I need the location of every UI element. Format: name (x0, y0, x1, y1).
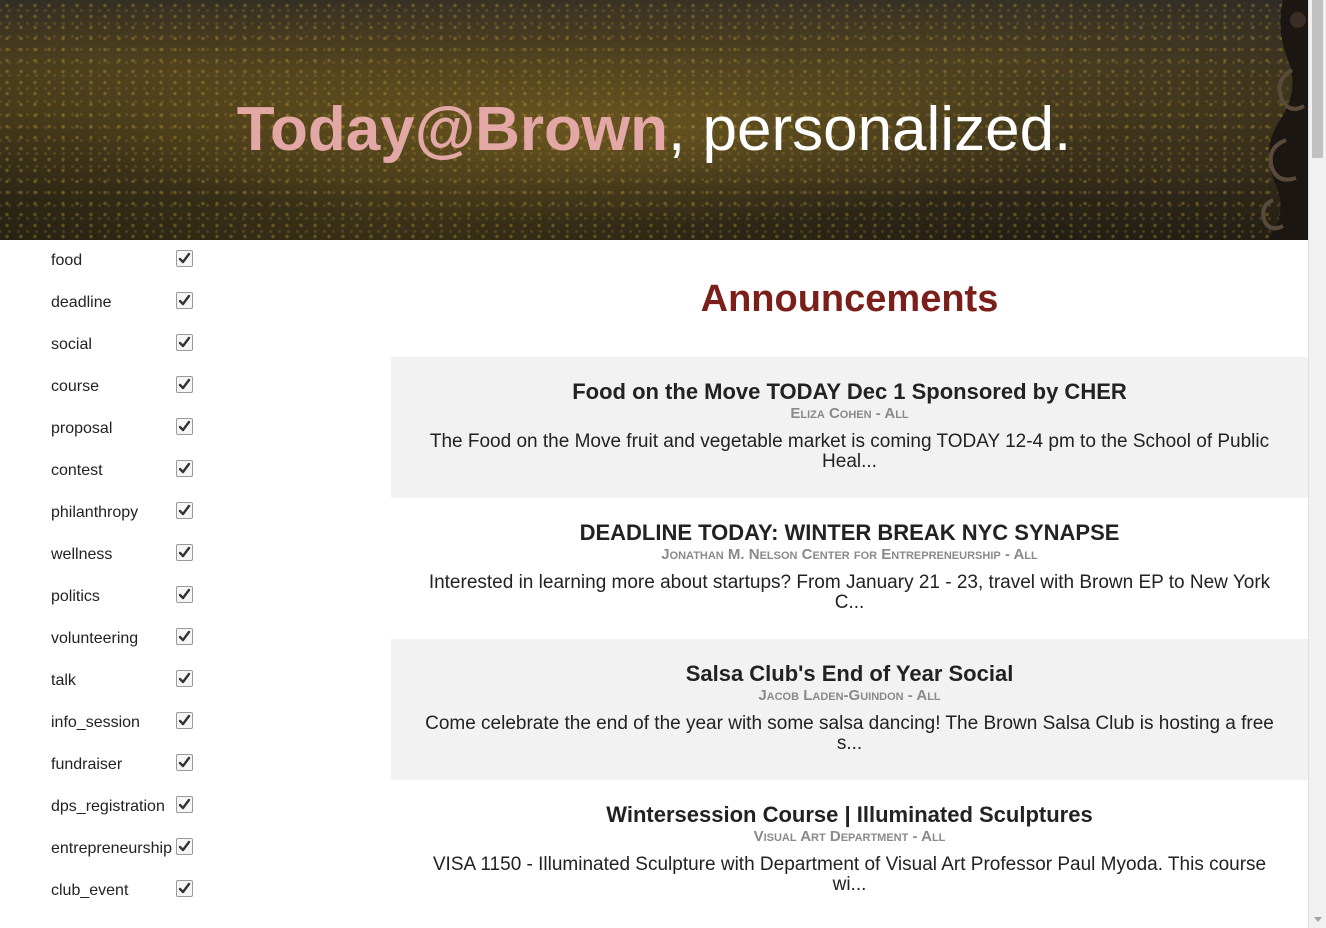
filter-row: club_event (51, 870, 201, 912)
checkmark-icon (178, 588, 191, 600)
filter-row: proposal (51, 408, 201, 450)
announcement-card[interactable]: Food on the Move TODAY Dec 1 Sponsored b… (391, 357, 1308, 498)
filter-label: wellness (51, 546, 113, 563)
filter-label: food (51, 252, 83, 269)
filter-label: contest (51, 462, 103, 479)
filter-checkbox[interactable] (176, 880, 193, 897)
announcement-author: Eliza Cohen - All (790, 405, 909, 422)
filter-row: politics (51, 576, 201, 618)
announcement-author: Jacob Laden-Guindon - All (758, 687, 941, 704)
filter-row: wellness (51, 534, 201, 576)
announcement-card[interactable]: DEADLINE TODAY: WINTER BREAK NYC SYNAPSE… (391, 498, 1308, 639)
filter-row: info_session (51, 702, 201, 744)
announcement-title[interactable]: DEADLINE TODAY: WINTER BREAK NYC SYNAPSE (391, 520, 1308, 546)
filter-row: philanthropy (51, 492, 201, 534)
checkmark-icon (178, 294, 191, 306)
filter-label: philanthropy (51, 504, 139, 521)
checkmark-icon (178, 378, 191, 390)
hero-brand: Today@Brown (236, 95, 669, 164)
checkmark-icon (178, 798, 191, 810)
checkmark-icon (178, 504, 191, 516)
filter-label: politics (51, 588, 100, 605)
filter-checkbox[interactable] (176, 670, 193, 687)
checkmark-icon (178, 462, 191, 474)
filter-row: talk (51, 660, 201, 702)
filter-label: fundraiser (51, 756, 123, 773)
announcement-description: Come celebrate the end of the year with … (425, 713, 1274, 754)
filter-row: social (51, 324, 201, 366)
scrollbar-thumb[interactable] (1312, 0, 1323, 158)
filter-label: course (51, 378, 100, 395)
filter-label: entrepreneurship (51, 840, 172, 857)
filter-row: volunteering (51, 618, 201, 660)
checkmark-icon (178, 882, 191, 894)
announcement-title[interactable]: Wintersession Course | Illuminated Sculp… (391, 802, 1308, 828)
checkmark-icon (178, 546, 191, 558)
announcement-description: VISA 1150 - Illuminated Sculpture with D… (432, 854, 1267, 895)
filter-checkbox[interactable] (176, 586, 193, 603)
filter-checkbox[interactable] (176, 250, 193, 267)
announcement-card[interactable]: Salsa Club's End of Year Social Jacob Lad… (391, 639, 1308, 780)
filter-checkbox[interactable] (176, 796, 193, 813)
filter-checkbox[interactable] (176, 460, 193, 477)
checkmark-icon (178, 756, 191, 768)
filter-row: course (51, 366, 201, 408)
filter-checkbox[interactable] (176, 376, 193, 393)
filter-checkbox[interactable] (176, 418, 193, 435)
page-title: Announcements (700, 278, 999, 320)
filter-row: entrepreneurship (51, 828, 201, 870)
filter-checkbox[interactable] (176, 544, 193, 561)
filter-row: contest (51, 450, 201, 492)
checkmark-icon (178, 420, 191, 432)
filter-label: club_event (51, 882, 129, 899)
checkmark-icon (178, 714, 191, 726)
filter-checkbox[interactable] (176, 292, 193, 309)
filter-row: fundraiser (51, 744, 201, 786)
checkmark-icon (178, 252, 191, 264)
page-scrollbar[interactable] (1308, 0, 1326, 928)
filter-row: deadline (51, 282, 201, 324)
checkmark-icon (178, 630, 191, 642)
filter-label: deadline (51, 294, 112, 311)
filter-checkbox[interactable] (176, 334, 193, 351)
filter-sidebar: food deadline social course proposal contest p… (0, 240, 390, 928)
announcement-description: The Food on the Move fruit and vegetable… (429, 431, 1270, 472)
filter-checkbox[interactable] (176, 712, 193, 729)
checkmark-icon (178, 840, 191, 852)
announcement-description: Interested in learning more about startu… (428, 572, 1271, 613)
checkmark-icon (178, 336, 191, 348)
announcement-author: Visual Art Department - All (753, 828, 946, 845)
announcement-card[interactable]: Wintersession Course | Illuminated Sculp… (391, 780, 1308, 921)
filter-checkbox[interactable] (176, 502, 193, 519)
filter-checkbox[interactable] (176, 838, 193, 855)
filter-label: dps_registration (51, 798, 165, 815)
announcement-title[interactable]: Salsa Club's End of Year Social (391, 661, 1308, 687)
checkmark-icon (178, 672, 191, 684)
announcement-title[interactable]: Food on the Move TODAY Dec 1 Sponsored b… (391, 379, 1308, 405)
filter-label: talk (51, 672, 76, 689)
filter-checkbox[interactable] (176, 754, 193, 771)
hero-title: Today@Brown, personalized. (0, 95, 1308, 165)
hero-tagline: , personalized. (668, 95, 1072, 164)
filter-label: proposal (51, 420, 113, 437)
filter-row: dps_registration (51, 786, 201, 828)
announcements-panel: Announcements Food on the Move TODAY Dec… (391, 240, 1308, 928)
filter-checkbox[interactable] (176, 628, 193, 645)
filter-label: info_session (51, 714, 140, 731)
scroll-down-arrow-icon[interactable] (1314, 917, 1322, 922)
filter-label: social (51, 336, 92, 353)
filter-row: food (51, 240, 201, 282)
hero-banner: Today@Brown, personalized. (0, 0, 1308, 240)
filter-label: volunteering (51, 630, 139, 647)
announcement-author: Jonathan M. Nelson Center for Entreprene… (661, 546, 1038, 563)
